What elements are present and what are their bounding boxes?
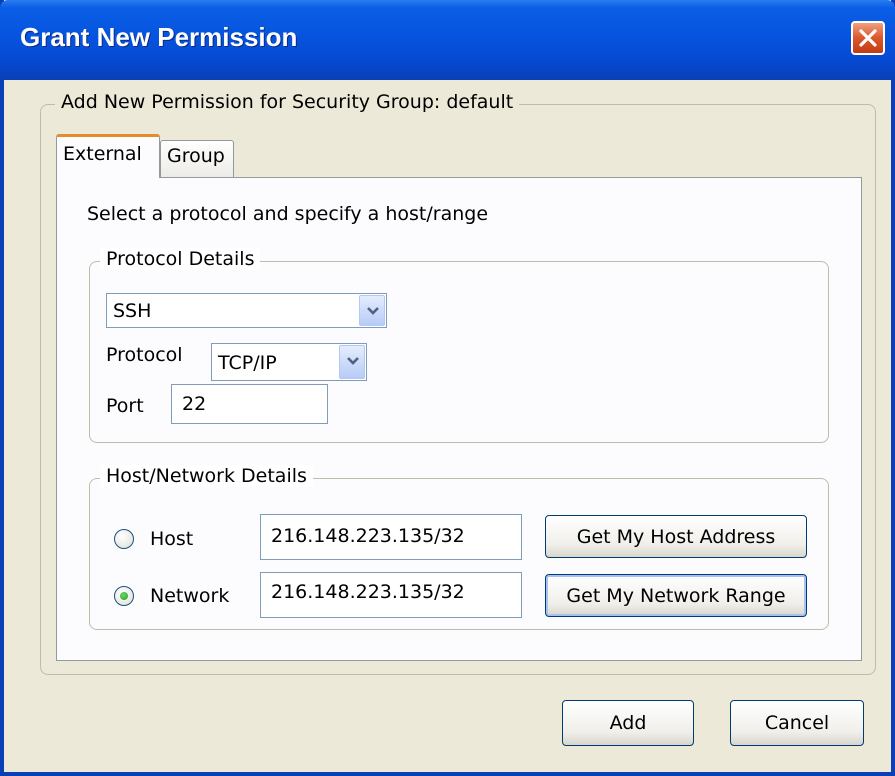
get-my-network-range-label: Get My Network Range (566, 585, 786, 607)
protocol-details-legend: Protocol Details (100, 248, 261, 270)
host-network-legend: Host/Network Details (100, 465, 313, 487)
get-my-host-address-label: Get My Host Address (576, 526, 776, 548)
protocol-select-value: TCP/IP (218, 352, 277, 374)
tab-external-label: External (63, 143, 142, 165)
tab-panel-external: Select a protocol and specify a host/ran… (56, 177, 862, 661)
window-title: Grant New Permission (20, 22, 298, 52)
chevron-down-icon (367, 307, 379, 315)
service-select-arrow[interactable] (359, 295, 385, 326)
security-group-legend: Add New Permission for Security Group: d… (55, 91, 520, 113)
dialog-window: Grant New Permission Add New Permission … (0, 0, 895, 776)
host-address-input[interactable]: 216.148.223.135/32 (260, 514, 522, 560)
host-label[interactable]: Host (150, 528, 193, 550)
host-address-value: 216.148.223.135/32 (271, 525, 465, 547)
chevron-down-icon (347, 357, 359, 365)
network-label[interactable]: Network (150, 585, 229, 607)
host-network-group: Host/Network Details Host 216.148.223.13… (89, 465, 829, 630)
port-label: Port (106, 395, 144, 417)
cancel-button-label: Cancel (764, 712, 830, 734)
port-input-value: 22 (182, 393, 207, 415)
instruction-text: Select a protocol and specify a host/ran… (87, 203, 489, 225)
protocol-details-group: Protocol Details SSH Protocol TCP/IP Por… (89, 248, 829, 443)
host-radio[interactable] (114, 529, 134, 549)
service-select[interactable]: SSH (106, 293, 387, 328)
tab-group-label: Group (167, 145, 225, 167)
add-button[interactable]: Add (562, 700, 694, 746)
network-range-value: 216.148.223.135/32 (271, 581, 465, 603)
protocol-label: Protocol (106, 344, 183, 366)
network-range-input[interactable]: 216.148.223.135/32 (260, 572, 522, 618)
protocol-select-arrow[interactable] (339, 345, 365, 379)
network-radio[interactable] (114, 586, 134, 606)
close-button[interactable] (851, 21, 885, 55)
tab-external[interactable]: External (56, 134, 160, 178)
service-select-value: SSH (113, 300, 152, 322)
close-icon (859, 29, 877, 47)
add-button-label: Add (609, 712, 647, 734)
tab-group[interactable]: Group (160, 140, 234, 178)
network-radio-dot (120, 592, 128, 600)
get-my-network-range-button[interactable]: Get My Network Range (545, 574, 807, 617)
get-my-host-address-button[interactable]: Get My Host Address (545, 515, 807, 558)
cancel-button[interactable]: Cancel (730, 700, 864, 746)
port-input[interactable]: 22 (171, 384, 328, 424)
protocol-select[interactable]: TCP/IP (211, 343, 367, 381)
title-bar[interactable]: Grant New Permission (0, 0, 895, 80)
